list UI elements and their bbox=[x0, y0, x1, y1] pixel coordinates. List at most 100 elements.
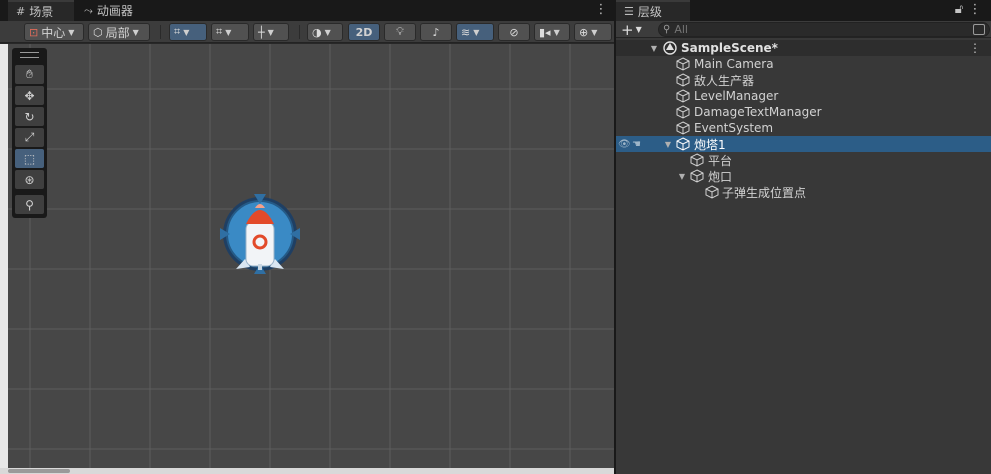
layers-icon: ≋ bbox=[461, 25, 471, 39]
search-filter-icon[interactable] bbox=[973, 24, 985, 35]
hierarchy-item-selected[interactable]: 👁︎ ☚ ▼ 炮塔1 bbox=[616, 136, 991, 152]
hierarchy-item-label: Main Camera bbox=[694, 57, 774, 71]
gameobject-icon bbox=[676, 137, 690, 151]
hierarchy-item[interactable]: DamageTextManager bbox=[616, 104, 991, 120]
palette-drag-handle[interactable] bbox=[20, 52, 39, 58]
toolbar-divider bbox=[299, 25, 300, 39]
gameobject-icon bbox=[676, 57, 690, 71]
scene-view-panel: # 场景 ⤳ 动画器 ⋮ ⊡ 中心 ▼ ⬡ 局部 ▼ ⌗ ▼ ⌗ ▼ ┼ ▼ ◑… bbox=[0, 0, 614, 474]
eye-icon[interactable]: 👁︎ bbox=[618, 139, 631, 150]
tab-hierarchy[interactable]: ☰ 层级 bbox=[616, 0, 690, 21]
hierarchy-item-label: DamageTextManager bbox=[694, 105, 822, 119]
tab-animator-label: 动画器 bbox=[96, 4, 133, 18]
pivot-icon: ⊡ bbox=[29, 25, 39, 39]
toolbar-divider bbox=[160, 25, 161, 39]
hierarchy-item[interactable]: 敌人生产器 bbox=[616, 72, 991, 88]
fold-arrow-icon[interactable]: ▼ bbox=[663, 140, 673, 149]
chevron-down-icon: ▼ bbox=[183, 27, 190, 37]
2d-mode-button[interactable]: 2D bbox=[348, 23, 380, 41]
hierarchy-item-label: 炮口 bbox=[708, 169, 733, 184]
hierarchy-toolbar: + ▼ ⚲ bbox=[616, 20, 991, 39]
hidden-objects-button[interactable]: ⊘ bbox=[498, 23, 530, 41]
hierarchy-item-label: EventSystem bbox=[694, 121, 774, 135]
scene-horizontal-scrollbar[interactable] bbox=[0, 468, 614, 474]
snap-increment-icon: ⌗ bbox=[216, 25, 223, 38]
rect-tool-button[interactable]: ⬚ bbox=[15, 149, 44, 168]
chevron-down-icon: ▼ bbox=[225, 27, 232, 37]
custom-tool-button[interactable]: ⚲ bbox=[15, 195, 44, 214]
pivot-toggle-button[interactable]: ⊡ 中心 ▼ bbox=[24, 23, 84, 41]
transform-tool-button[interactable]: ⊛ bbox=[15, 170, 44, 189]
hierarchy-item[interactable]: 子弹生成位置点 bbox=[616, 184, 991, 200]
search-input[interactable] bbox=[674, 23, 955, 36]
hierarchy-item[interactable]: ▼ 炮口 bbox=[616, 168, 991, 184]
gameobject-icon bbox=[690, 169, 704, 183]
grid-icon: # bbox=[16, 5, 26, 18]
chevron-down-icon: ▼ bbox=[68, 27, 75, 37]
scale-icon: ⤢ bbox=[24, 130, 35, 144]
mute-icon: ♪ bbox=[432, 25, 440, 39]
rocket-turret-sprite[interactable] bbox=[220, 194, 300, 274]
plus-icon: + bbox=[621, 20, 634, 39]
hierarchy-tabbar: ☰ 层级 🔓︎ ⋮ bbox=[616, 0, 991, 21]
2d-mode-label: 2D bbox=[355, 25, 373, 39]
grid-snap-button[interactable]: ⌗ ▼ bbox=[169, 23, 207, 41]
hierarchy-item-label: 炮塔1 bbox=[694, 137, 726, 152]
cube-icon: ⬡ bbox=[93, 25, 103, 39]
scene-viewport[interactable] bbox=[8, 44, 614, 468]
add-object-button[interactable]: + ▼ bbox=[621, 20, 642, 39]
gameobject-icon bbox=[676, 105, 690, 119]
hierarchy-item[interactable]: 平台 bbox=[616, 152, 991, 168]
search-field[interactable]: ⚲ bbox=[658, 22, 990, 37]
lighting-toggle-button[interactable]: 💡︎ bbox=[384, 23, 416, 41]
search-icon: ⚲ bbox=[663, 24, 671, 35]
audio-toggle-button[interactable]: ♪ bbox=[420, 23, 452, 41]
scrollbar-thumb[interactable] bbox=[8, 469, 70, 473]
fold-arrow-icon[interactable]: ▼ bbox=[677, 172, 687, 181]
scene-tabbar: # 场景 ⤳ 动画器 ⋮ bbox=[0, 0, 614, 21]
scale-tool-button[interactable]: ⤢ bbox=[15, 128, 44, 147]
tab-animator[interactable]: ⤳ 动画器 bbox=[76, 0, 146, 21]
tab-scene-label: 场景 bbox=[29, 5, 54, 19]
scene-vertical-scrollbar[interactable] bbox=[0, 44, 8, 468]
rect-transform-icon: ⬚ bbox=[23, 151, 36, 166]
transform-icon: ⊛ bbox=[24, 172, 35, 187]
hierarchy-panel-menu-icon[interactable]: ⋮ bbox=[968, 2, 982, 18]
chevron-down-icon: ▼ bbox=[267, 27, 274, 37]
animator-icon: ⤳ bbox=[84, 3, 93, 17]
hierarchy-item[interactable]: Main Camera bbox=[616, 56, 991, 72]
gizmo-icon: ⊕ bbox=[579, 25, 589, 39]
effects-button[interactable]: ≋ ▼ bbox=[456, 23, 494, 41]
pickable-hand-icon[interactable]: ☚ bbox=[632, 139, 641, 150]
lock-icon[interactable]: 🔓︎ bbox=[952, 2, 966, 18]
tab-hierarchy-label: 层级 bbox=[637, 5, 662, 19]
space-toggle-button[interactable]: ⬡ 局部 ▼ bbox=[88, 23, 150, 41]
camera-button[interactable]: ▮◂ ▼ bbox=[534, 23, 570, 41]
rotate-tool-button[interactable]: ↻ bbox=[15, 107, 44, 126]
increment-snap-button[interactable]: ⌗ ▼ bbox=[211, 23, 249, 41]
rotate-icon: ↻ bbox=[24, 109, 35, 124]
tab-scene[interactable]: # 场景 bbox=[8, 0, 74, 21]
move-tool-button[interactable]: ✥ bbox=[15, 86, 44, 105]
scene-root-row[interactable]: ▼ SampleScene* ⋮ bbox=[616, 40, 991, 56]
draw-mode-button[interactable]: ◑ ▼ bbox=[307, 23, 343, 41]
hierarchy-item-label: 子弹生成位置点 bbox=[722, 185, 807, 200]
scene-panel-menu-icon[interactable]: ⋮ bbox=[594, 2, 608, 18]
hand-tool-button[interactable]: ✋︎ bbox=[15, 65, 44, 84]
hierarchy-item-label: 敌人生产器 bbox=[694, 73, 755, 88]
move-icon: ✥ bbox=[24, 88, 35, 103]
custom-tool-icon: ⚲ bbox=[25, 197, 34, 212]
hierarchy-item-label: 平台 bbox=[708, 153, 733, 168]
scene-menu-icon[interactable]: ⋮ bbox=[969, 41, 981, 55]
chevron-down-icon: ▼ bbox=[132, 27, 139, 37]
gameobject-icon bbox=[676, 121, 690, 135]
scene-toolbar: ⊡ 中心 ▼ ⬡ 局部 ▼ ⌗ ▼ ⌗ ▼ ┼ ▼ ◑ ▼ 2D 💡︎ ♪ ≋ … bbox=[0, 21, 614, 43]
hierarchy-item[interactable]: LevelManager bbox=[616, 88, 991, 104]
gizmos-button[interactable]: ⊕ ▼ bbox=[574, 23, 612, 41]
list-icon: ☰ bbox=[624, 5, 634, 18]
fold-arrow-icon[interactable]: ▼ bbox=[649, 44, 659, 53]
scene-name: SampleScene* bbox=[681, 41, 778, 55]
ruler-button[interactable]: ┼ ▼ bbox=[253, 23, 289, 41]
hierarchy-item[interactable]: EventSystem bbox=[616, 120, 991, 136]
gameobject-icon bbox=[676, 73, 690, 87]
